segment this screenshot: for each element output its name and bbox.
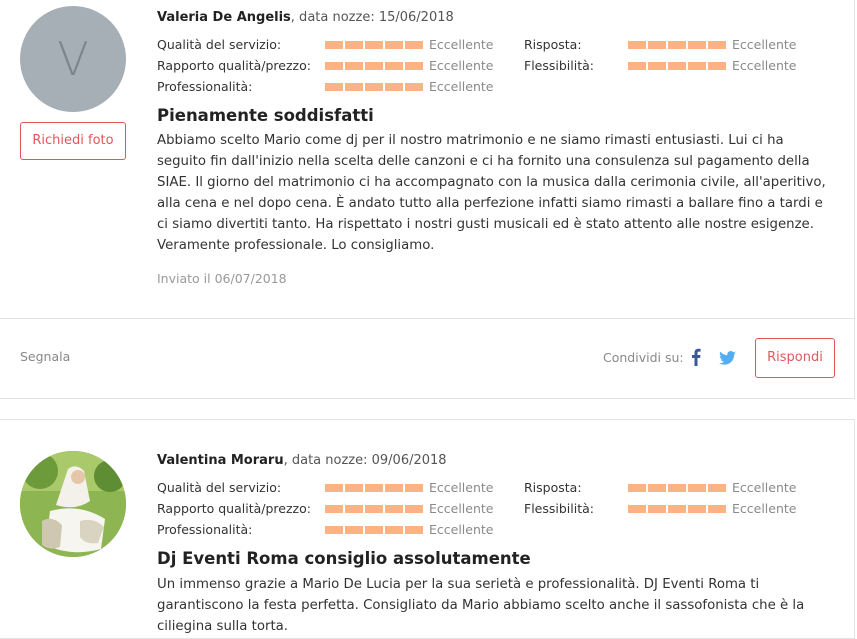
rating-bar: [325, 62, 423, 70]
rating-label: Professionalità:: [157, 79, 253, 94]
rating-label: Qualità del servizio:: [157, 480, 282, 495]
rating-label: Rapporto qualità/prezzo:: [157, 501, 311, 516]
author-name: Valentina Moraru: [157, 453, 284, 468]
review-title: Dj Eventi Roma consiglio assolutamente: [157, 549, 531, 568]
review-title: Pienamente soddisfatti: [157, 106, 374, 125]
wedding-date: , data nozze: 15/06/2018: [290, 10, 454, 25]
rating-bar: [325, 484, 423, 492]
rating-value: Eccellente: [429, 79, 494, 94]
review-sent-date: Inviato il 06/07/2018: [157, 271, 287, 286]
rating-value: Eccellente: [732, 480, 797, 495]
rating-value: Eccellente: [732, 501, 797, 516]
share-label: Condividi su:: [603, 350, 684, 365]
facebook-icon[interactable]: [691, 348, 701, 370]
wedding-date: , data nozze: 09/06/2018: [283, 453, 447, 468]
review-text: Abbiamo scelto Mario come dj per il nost…: [157, 133, 826, 253]
rating-label: Flessibilità:: [524, 58, 594, 73]
rating-bar: [325, 83, 423, 91]
rating-bar: [325, 505, 423, 513]
rating-label: Flessibilità:: [524, 501, 594, 516]
rating-bar: [628, 484, 726, 492]
avatar-photo: [20, 451, 126, 557]
rating-value: Eccellente: [429, 501, 494, 516]
review-author-line: Valentina Moraru, data nozze: 09/06/2018: [157, 453, 447, 468]
rating-label: Risposta:: [524, 480, 582, 495]
rating-value: Eccellente: [732, 37, 797, 52]
rating-label: Professionalità:: [157, 522, 253, 537]
rating-value: Eccellente: [429, 480, 494, 495]
rating-value: Eccellente: [429, 522, 494, 537]
rating-value: Eccellente: [429, 37, 494, 52]
rating-bar: [628, 41, 726, 49]
divider: [0, 318, 855, 319]
rating-bar: [628, 62, 726, 70]
rating-bar: [325, 526, 423, 534]
avatar-placeholder: V: [20, 6, 126, 112]
review-card: V Richiedi foto Valeria De Angelis, data…: [0, 0, 855, 399]
request-photo-button[interactable]: Richiedi foto: [20, 122, 126, 160]
rating-bar: [325, 41, 423, 49]
review-text: Un immenso grazie a Mario De Lucia per l…: [157, 577, 805, 634]
rating-value: Eccellente: [732, 58, 797, 73]
rating-value: Eccellente: [429, 58, 494, 73]
rating-label: Rapporto qualità/prezzo:: [157, 58, 311, 73]
rating-label: Risposta:: [524, 37, 582, 52]
review-card: Valentina Moraru, data nozze: 09/06/2018…: [0, 419, 855, 639]
review-author-line: Valeria De Angelis, data nozze: 15/06/20…: [157, 10, 454, 25]
twitter-icon[interactable]: [719, 350, 736, 369]
reply-button[interactable]: Rispondi: [755, 338, 835, 378]
report-link[interactable]: Segnala: [20, 349, 70, 364]
rating-bar: [628, 505, 726, 513]
author-name: Valeria De Angelis: [157, 10, 291, 25]
rating-label: Qualità del servizio:: [157, 37, 282, 52]
